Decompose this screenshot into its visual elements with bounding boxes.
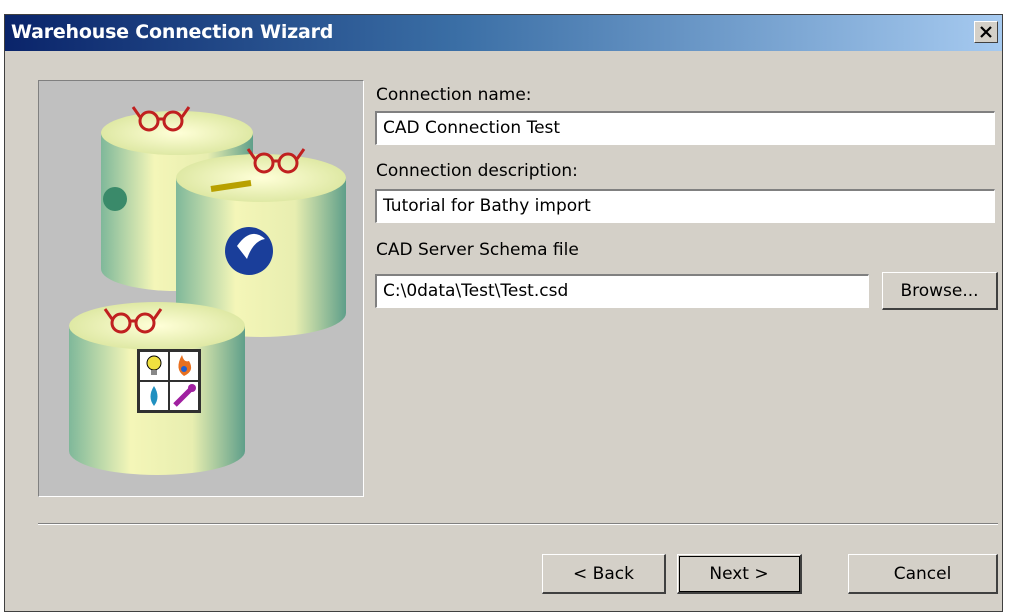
browse-button[interactable]: Browse... — [882, 272, 998, 310]
cancel-button[interactable]: Cancel — [848, 554, 998, 594]
back-button[interactable]: < Back — [542, 554, 666, 594]
connection-name-label: Connection name: — [376, 85, 532, 105]
title-bar[interactable]: Warehouse Connection Wizard — [5, 15, 1002, 51]
wizard-illustration — [38, 80, 364, 497]
logo-icon — [225, 227, 273, 275]
next-button[interactable]: Next > — [677, 554, 802, 594]
schema-file-label: CAD Server Schema file — [376, 240, 579, 260]
globe-icon — [103, 187, 127, 211]
window-title: Warehouse Connection Wizard — [11, 21, 334, 43]
connection-name-input[interactable]: CAD Connection Test — [375, 111, 995, 145]
database-illustration — [69, 106, 346, 475]
close-icon — [980, 26, 992, 38]
close-button[interactable] — [974, 21, 998, 43]
connection-description-label: Connection description: — [376, 161, 578, 181]
schema-file-input[interactable]: C:\0data\Test\Test.csd — [375, 274, 869, 308]
connection-description-input[interactable]: Tutorial for Bathy import — [375, 189, 995, 223]
footer-separator — [38, 523, 998, 525]
wizard-window: Warehouse Connection Wizard Connection n… — [4, 14, 1003, 612]
